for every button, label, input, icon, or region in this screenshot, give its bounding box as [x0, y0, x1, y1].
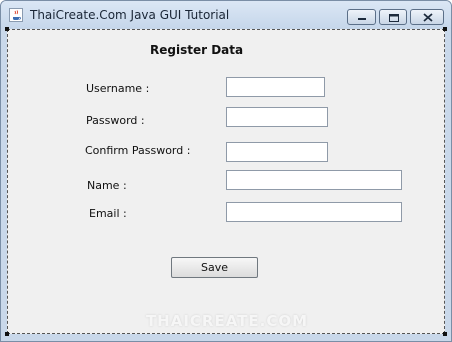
minimize-icon: [358, 18, 366, 20]
form-panel: Register Data Username : Password : Conf…: [5, 27, 447, 336]
maximize-icon: [389, 14, 399, 22]
password-label: Password :: [86, 114, 145, 127]
confirm-password-field[interactable]: [226, 142, 328, 162]
password-field[interactable]: [226, 107, 328, 127]
resize-handle-top-right[interactable]: [443, 27, 447, 31]
resize-handle-bottom-right[interactable]: [443, 332, 447, 336]
title-bar[interactable]: ThaiCreate.Com Java GUI Tutorial: [1, 1, 451, 29]
name-label: Name :: [87, 179, 127, 192]
email-label: Email :: [89, 207, 127, 220]
confirm-password-label: Confirm Password :: [85, 144, 191, 157]
resize-handle-top-left[interactable]: [5, 27, 9, 31]
window-title: ThaiCreate.Com Java GUI Tutorial: [30, 8, 230, 22]
email-field[interactable]: [226, 202, 402, 222]
save-button[interactable]: Save: [171, 257, 258, 278]
form-title: Register Data: [150, 43, 244, 57]
minimize-button[interactable]: [347, 9, 376, 25]
username-field[interactable]: [226, 77, 325, 97]
app-window: ThaiCreate.Com Java GUI Tutorial Registe…: [0, 0, 452, 342]
name-field[interactable]: [226, 170, 402, 190]
username-label: Username :: [86, 82, 150, 95]
java-coffee-icon: [9, 8, 23, 22]
maximize-button[interactable]: [379, 9, 407, 25]
watermark: THAICREATE.COM: [145, 312, 309, 330]
close-icon: [423, 13, 433, 22]
close-button[interactable]: [410, 9, 444, 25]
resize-handle-bottom-left[interactable]: [5, 332, 9, 336]
